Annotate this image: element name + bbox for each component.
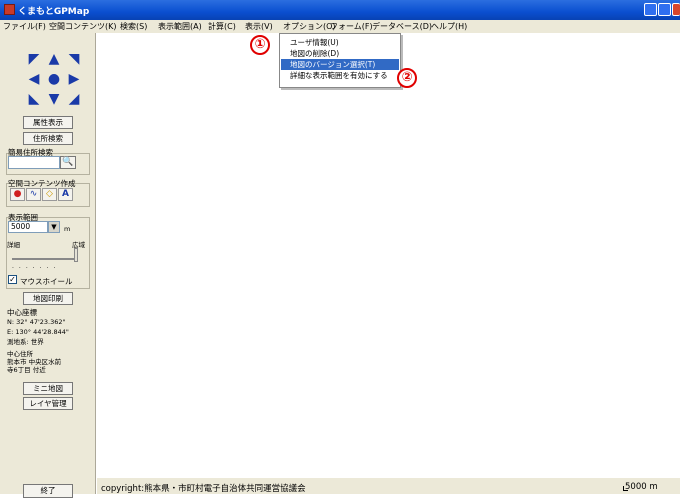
minimize-button[interactable] (644, 3, 657, 16)
pin-icon[interactable]: ● (10, 188, 25, 201)
pan-northeast-icon[interactable]: ◥ (66, 51, 82, 67)
menu-contents[interactable]: 空間コンテンツ(K) (49, 21, 117, 32)
annotation-marker-1: ① (250, 35, 270, 55)
chevron-down-icon[interactable]: ▼ (48, 221, 60, 233)
scale-text: 5000 m (625, 482, 658, 492)
menu-form[interactable]: フォーム(F) (330, 21, 373, 32)
close-button[interactable] (672, 3, 680, 16)
pan-west-icon[interactable]: ◀ (26, 71, 42, 87)
layer-manager-button[interactable]: レイヤ管理 (23, 397, 73, 410)
pan-north-icon[interactable]: ▲ (46, 51, 62, 67)
datum-value: 測地系: 世界 (7, 338, 44, 346)
pan-northwest-icon[interactable]: ◤ (26, 51, 42, 67)
center-address-line2: 寺6丁目 付近 (7, 366, 46, 374)
pan-southeast-icon[interactable]: ◢ (66, 91, 82, 107)
pan-arrows: ◤ ▲ ◥ ◀ ● ▶ ◣ ▼ ◢ (26, 51, 82, 111)
annotation-marker-2: ② (397, 68, 417, 88)
pan-southwest-icon[interactable]: ◣ (26, 91, 42, 107)
title-bar: くまもとGPMap (0, 0, 680, 20)
address-search-button[interactable]: 住所検索 (23, 132, 73, 145)
mouse-wheel-checkbox[interactable]: ✓ (8, 275, 17, 284)
copyright-text: copyright:熊本県・市町村電子自治体共同運営協議会 (101, 484, 306, 494)
center-icon[interactable]: ● (46, 71, 62, 87)
polygon-icon[interactable]: ◇ (42, 188, 57, 201)
center-coords-label: 中心座標 (7, 308, 37, 317)
mini-map-button[interactable]: ミニ地図 (23, 382, 73, 395)
map-canvas[interactable] (97, 33, 680, 478)
center-address-line1: 熊本市 中央区水前 (7, 358, 62, 366)
scale-unit: m (64, 225, 71, 233)
search-icon[interactable]: 🔍 (60, 156, 76, 169)
zoom-slider-track (12, 258, 78, 260)
scale-select[interactable]: 5000 (8, 221, 48, 233)
app-icon (4, 4, 15, 15)
detail-label: 詳細 (7, 241, 20, 249)
zoom-slider-thumb[interactable] (74, 248, 78, 262)
exit-button[interactable]: 終了 (23, 484, 73, 498)
menu-help[interactable]: ヘルプ(H) (431, 21, 467, 32)
menu-display-range[interactable]: 表示範囲(A) (158, 21, 202, 32)
control-panel: ◤ ▲ ◥ ◀ ● ▶ ◣ ▼ ◢ 属性表示 住所検索 簡易住所検索 🔍 空間コ… (0, 33, 96, 498)
center-address-label: 中心住所 (7, 350, 33, 358)
menu-item-delete-map[interactable]: 地図の削除(D) (281, 48, 399, 59)
menu-view[interactable]: 表示(V) (245, 21, 273, 32)
text-icon[interactable]: A (58, 188, 73, 201)
pan-south-icon[interactable]: ▼ (46, 91, 62, 107)
app-window: くまもとGPMap ファイル(F) 空間コンテンツ(K) 検索(S) 表示範囲(… (0, 0, 680, 498)
menu-item-map-version[interactable]: 地図のバージョン選択(T) (281, 59, 399, 70)
window-title: くまもとGPMap (18, 7, 90, 17)
menu-database[interactable]: データベース(D) (372, 21, 432, 32)
menu-calc[interactable]: 計算(C) (208, 21, 236, 32)
menu-options[interactable]: オプション(O) (283, 21, 336, 32)
menu-file[interactable]: ファイル(F) (3, 21, 46, 32)
maximize-button[interactable] (658, 3, 671, 16)
attribute-button[interactable]: 属性表示 (23, 116, 73, 129)
polyline-icon[interactable]: ∿ (26, 188, 41, 201)
longitude-value: E: 130° 44'28.844" (7, 328, 69, 336)
mouse-wheel-label: マウスホイール (20, 277, 73, 286)
pan-east-icon[interactable]: ▶ (66, 71, 82, 87)
menu-item-user-info[interactable]: ユーザ情報(U) (281, 37, 399, 48)
zoom-ticks: ······· (12, 265, 61, 272)
menu-bar: ファイル(F) 空間コンテンツ(K) 検索(S) 表示範囲(A) 計算(C) 表… (0, 20, 680, 33)
status-bar: copyright:熊本県・市町村電子自治体共同運営協議会 5000 m (97, 478, 680, 494)
simple-search-input[interactable] (8, 156, 60, 169)
menu-search[interactable]: 検索(S) (120, 21, 147, 32)
menu-item-detailed-range[interactable]: 詳細な表示範囲を有効にする (281, 70, 399, 81)
print-map-button[interactable]: 地図印刷 (23, 292, 73, 305)
options-dropdown: ユーザ情報(U) 地図の削除(D) 地図のバージョン選択(T) 詳細な表示範囲を… (279, 33, 401, 88)
latitude-value: N: 32° 47'23.362" (7, 318, 66, 326)
